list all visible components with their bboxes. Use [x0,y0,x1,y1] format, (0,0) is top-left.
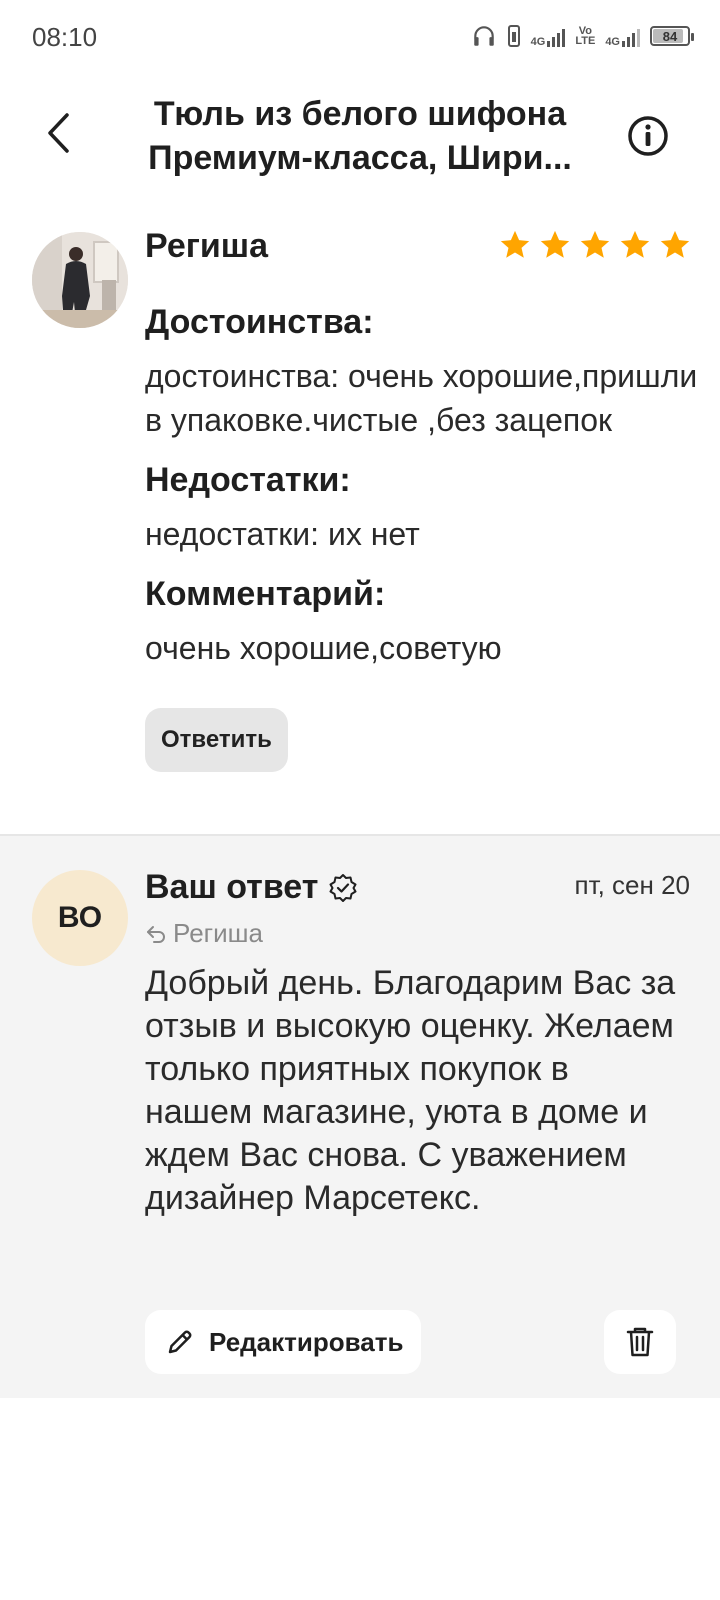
verified-check-icon [329,873,357,902]
cons-title: Недостатки: [145,461,351,499]
star-icon [660,230,690,258]
reply-arrow-icon [147,925,165,943]
answer-title: Ваш ответ [145,868,319,906]
review-body: Достоинства: достоинства: очень хорошие,… [145,294,705,772]
trash-icon [626,1327,654,1357]
info-button[interactable] [626,114,670,158]
volte-indicator: Vo LTE [575,25,596,47]
cons-text: недостатки: их нет [145,516,420,552]
star-icon [580,230,610,258]
star-icon [620,230,650,258]
edit-button[interactable]: Редактировать [145,1310,422,1374]
status-time: 08:10 [32,22,98,52]
pros-title: Достоинства: [145,303,374,341]
seller-avatar: ВО [32,870,128,966]
pencil-icon [168,1330,192,1354]
status-bar: 08:10 4G Vo LTE 4G 84 [0,0,720,72]
headphones-icon [473,26,494,46]
pros-text: достоинства: очень хорошие,пришли в упак… [145,358,698,438]
signal-icon [547,25,566,47]
star-icon [540,230,570,258]
rating-stars [498,228,692,262]
chevron-left-icon [48,113,69,153]
reply-to-name: Региша [173,918,263,948]
reply-to-label: Региша [145,918,263,949]
comment-title: Комментарий: [145,575,386,613]
comment-text: очень хорошие,советую [145,630,502,666]
page-title: Тюль из белого шифона Премиум-класса, Ши… [148,95,572,177]
reply-button[interactable]: Ответить [145,708,288,772]
back-button[interactable] [36,106,80,160]
info-icon [628,116,668,156]
network-4g-2: 4G [605,25,640,48]
header: Тюль из белого шифона Премиум-класса, Ши… [0,80,720,190]
reviewer-avatar [32,232,128,328]
star-icon [500,230,530,258]
delete-button[interactable] [604,1310,676,1374]
battery-icon: 84 [650,26,694,46]
status-icons: 4G Vo LTE 4G 84 [471,22,694,50]
reviewer-name: Региша [145,227,269,265]
answer-header: Ваш ответ [145,868,358,907]
vibrate-icon [507,25,520,47]
answer-text: Добрый день. Благодарим Вас за отзыв и в… [145,964,676,1217]
answer-date: пт, сен 20 [574,870,690,900]
network-4g-1: 4G [531,25,566,48]
signal-icon [622,25,640,47]
seller-answer: ВО Ваш ответ пт, сен 20 Региша Добрый де… [0,834,720,1398]
review-card: Региша Достоинства: достоинства: очень х… [0,222,720,832]
edit-button-label: Редактировать [209,1326,404,1357]
